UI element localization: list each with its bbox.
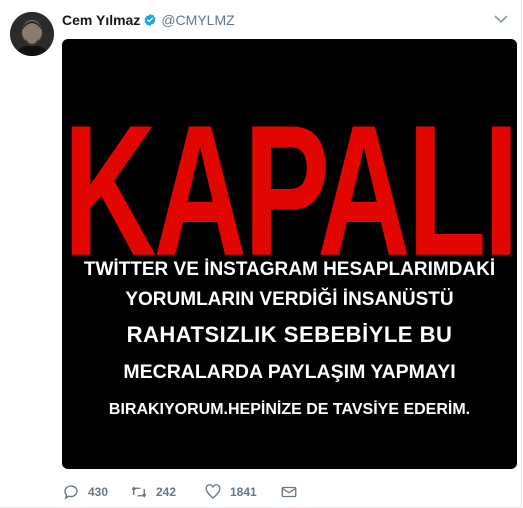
tweet-media-image[interactable]: KAPALI TWİTTER VE İNSTAGRAM HESAPLARIMDA… [62, 39, 517, 469]
tweet-actions: 430 242 1841 [62, 482, 324, 502]
retweet-button[interactable]: 242 [130, 483, 204, 501]
media-text-line-3: RAHATSIZLIK SEBEBİYLE BU [126, 322, 453, 347]
avatar[interactable] [10, 12, 54, 56]
user-handle[interactable]: @CMYLMZ [161, 12, 234, 28]
like-count: 1841 [230, 485, 257, 499]
retweet-icon [131, 486, 147, 498]
direct-message-button[interactable] [280, 483, 298, 501]
chevron-down-icon[interactable] [493, 12, 509, 26]
display-name[interactable]: Cem Yılmaz [62, 12, 140, 28]
media-text-line-2: YORUMLARIN VERDİĞİ İNSANÜSTÜ [125, 289, 454, 310]
tweet-header: Cem Yılmaz @CMYLMZ [62, 11, 235, 29]
user-avatar-image [10, 12, 54, 56]
message-icon [281, 486, 297, 498]
like-button[interactable]: 1841 [204, 483, 280, 501]
media-text-line-5: BIRAKIYORUM.HEPİNİZE DE TAVSİYE EDERİM. [108, 401, 471, 418]
reply-icon [64, 485, 78, 500]
retweet-count: 242 [156, 485, 177, 499]
media-text-line-4: MECRALARDA PAYLAŞIM YAPMAYI [123, 361, 456, 383]
media-text-line-1: TWİTTER VE İNSTAGRAM HESAPLARIMDAKİ [83, 259, 496, 280]
like-icon [205, 484, 221, 499]
tweet-card[interactable]: Cem Yılmaz @CMYLMZ KAPALI TWİTTER VE İNS… [0, 0, 522, 508]
reply-count: 430 [88, 485, 109, 499]
reply-button[interactable]: 430 [62, 483, 130, 501]
verified-badge-icon [143, 13, 157, 27]
